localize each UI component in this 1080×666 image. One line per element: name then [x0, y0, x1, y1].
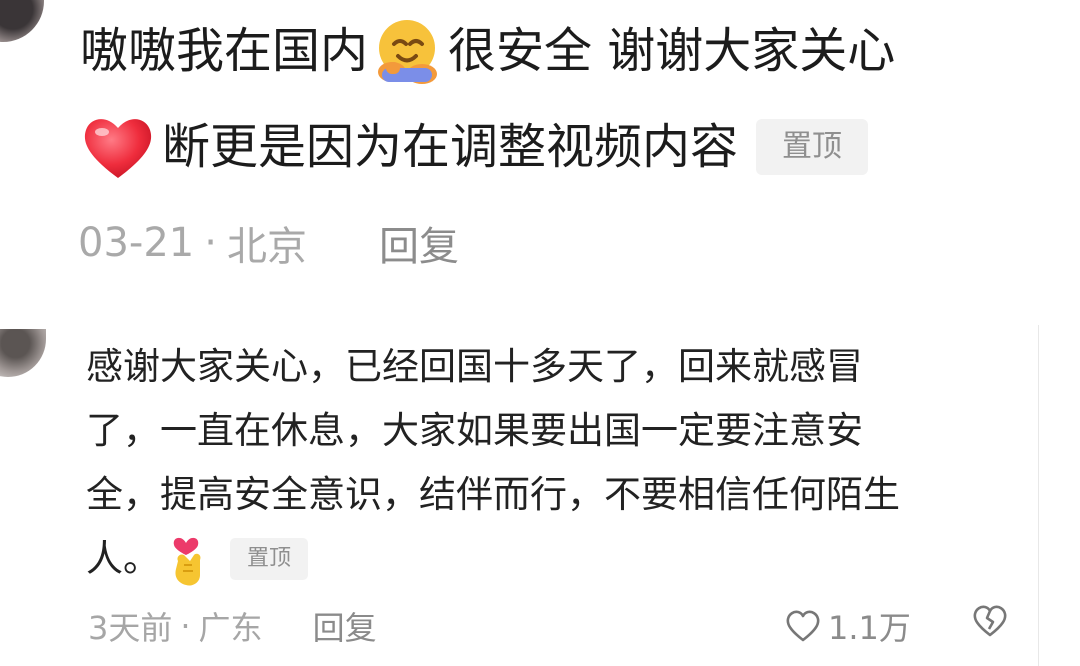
comment-meta: 03-21 · 北京 回复: [78, 214, 459, 272]
comment-large: 嗷嗷我在国内 很安全 谢谢大家关心 断更是因为在调整视频内容 置顶 03-21 …: [0, 0, 1080, 305]
broken-heart-icon: [973, 605, 1007, 637]
comment-text-part: 嗷嗷我在国内: [80, 23, 369, 79]
comment-text-line-2: 断更是因为在调整视频内容 置顶: [80, 112, 869, 182]
comment-text-line: 感谢大家关心，已经回国十多天了，回来就感冒: [86, 345, 863, 388]
avatar[interactable]: [0, 0, 44, 42]
hug-emoji-icon: [370, 14, 444, 88]
comment-text-part: 很安全 谢谢大家关心: [448, 23, 896, 79]
separator: ·: [204, 220, 217, 266]
comment-time: 3天前: [88, 609, 173, 647]
finger-heart-emoji-icon: [166, 531, 210, 587]
divider: [1038, 325, 1039, 666]
comment-text-part: 人。: [86, 537, 160, 580]
comment-date: 03-21: [78, 220, 195, 266]
comment-text-line-1: 嗷嗷我在国内 很安全 谢谢大家关心: [80, 14, 895, 88]
comment-location: 北京: [226, 224, 307, 270]
comment-text-line: 了，一直在休息，大家如果要出国一定要注意安: [86, 409, 863, 452]
heart-outline-icon: [786, 610, 820, 642]
red-heart-emoji-icon: [80, 112, 156, 182]
comment-small: 感谢大家关心，已经回国十多天了，回来就感冒 了，一直在休息，大家如果要出国一定要…: [0, 325, 1080, 666]
dislike-button[interactable]: [970, 603, 1010, 643]
reply-button[interactable]: 回复: [379, 214, 459, 272]
separator: ·: [180, 607, 191, 645]
like-count: 1.1万: [828, 609, 911, 647]
comment-text-line: 全，提高安全意识，结伴而行，不要相信任何陌生: [86, 473, 900, 516]
comment-meta: 3天前 · 广东 回复: [88, 603, 377, 649]
like-button[interactable]: 1.1万: [784, 603, 911, 649]
pinned-badge: 置顶: [756, 119, 869, 175]
comment-body: 感谢大家关心，已经回国十多天了，回来就感冒 了，一直在休息，大家如果要出国一定要…: [86, 335, 1016, 591]
comment-text-line-last: 人。 置顶: [86, 527, 1016, 591]
comment-location: 广东: [198, 609, 263, 647]
pinned-badge: 置顶: [230, 538, 308, 580]
avatar[interactable]: [0, 329, 46, 377]
reply-button[interactable]: 回复: [313, 603, 377, 649]
comment-text-part: 断更是因为在调整视频内容: [162, 119, 739, 175]
